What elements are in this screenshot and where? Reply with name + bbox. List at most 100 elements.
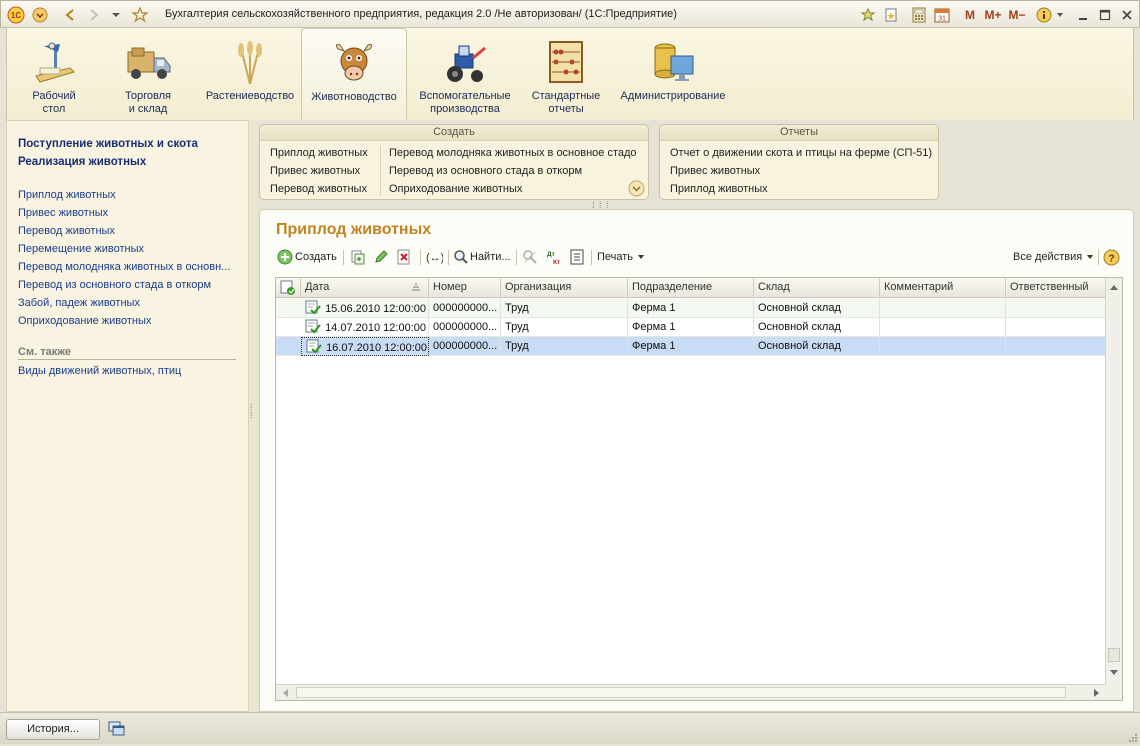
bookmark-icon[interactable] bbox=[882, 6, 900, 23]
edit-button[interactable] bbox=[373, 249, 389, 265]
documents-table[interactable]: Дата Номер Организация Подразделение Скл… bbox=[275, 277, 1123, 701]
back-icon[interactable] bbox=[61, 6, 79, 23]
section-trade[interactable]: Торговля и склад bbox=[107, 28, 189, 120]
structure-button[interactable]: (↔) bbox=[425, 249, 443, 265]
copy-icon bbox=[351, 250, 365, 265]
section-livestock[interactable]: Животноводство bbox=[301, 28, 407, 120]
add-favorite-icon[interactable] bbox=[859, 6, 877, 23]
create-link-transfer[interactable]: Перевод животных bbox=[270, 183, 367, 195]
create-link-offspring[interactable]: Приплод животных bbox=[270, 147, 368, 159]
table-row-selected[interactable]: 16.07.2010 12:00:00 000000000... Труд Фе… bbox=[276, 337, 1106, 356]
section-reports[interactable]: Стандартные отчеты bbox=[525, 28, 607, 120]
calculator-icon[interactable] bbox=[911, 6, 927, 23]
table-row[interactable]: 15.06.2010 12:00:00 000000000... Труд Фе… bbox=[276, 299, 1106, 318]
all-actions-button[interactable]: Все действия bbox=[1013, 249, 1095, 265]
create-link-weight-gain[interactable]: Привес животных bbox=[270, 165, 360, 177]
section-label: Животноводство bbox=[311, 91, 397, 103]
column-organization[interactable]: Организация bbox=[501, 278, 628, 298]
maximize-icon[interactable] bbox=[1097, 6, 1113, 23]
history-dropdown-icon[interactable] bbox=[109, 6, 123, 23]
find-button[interactable]: Найти... bbox=[453, 249, 511, 265]
main-menu-icon[interactable] bbox=[31, 6, 49, 23]
nav-link-animal-receipt[interactable]: Поступление животных и скота bbox=[18, 138, 198, 150]
create-link-young-transfer[interactable]: Перевод молодняка животных в основное ст… bbox=[389, 147, 637, 159]
vertical-scrollbar[interactable] bbox=[1105, 278, 1122, 700]
scroll-up-icon[interactable] bbox=[1106, 280, 1122, 296]
minimize-icon[interactable] bbox=[1075, 6, 1091, 23]
close-icon[interactable] bbox=[1119, 6, 1135, 23]
panel-splitter[interactable]: ⁞ ⁞ bbox=[249, 120, 257, 712]
create-link-fattening-transfer[interactable]: Перевод из основного стада в откорм bbox=[389, 165, 582, 177]
pencil-icon bbox=[375, 250, 388, 263]
cell-number: 000000000... bbox=[429, 318, 501, 337]
scroll-h-thumb[interactable] bbox=[296, 687, 1066, 698]
report-link-cattle-movement[interactable]: Отчет о движении скота и птицы на ферме … bbox=[670, 147, 932, 159]
nav-link-capitalization[interactable]: Оприходование животных bbox=[18, 315, 151, 327]
1c-logo-icon[interactable]: 1С bbox=[7, 6, 25, 23]
nav-link-weight-gain[interactable]: Привес животных bbox=[18, 207, 108, 219]
report-button[interactable] bbox=[569, 249, 585, 265]
cancel-search-button[interactable] bbox=[522, 249, 538, 265]
dt-kt-button[interactable]: Дт Кт bbox=[546, 249, 564, 265]
report-link-weight-gain[interactable]: Привес животных bbox=[670, 165, 760, 177]
nav-link-transfer[interactable]: Перевод животных bbox=[18, 225, 115, 237]
nav-link-movement[interactable]: Перемещение животных bbox=[18, 243, 144, 255]
create-link-capitalization[interactable]: Оприходование животных bbox=[389, 183, 522, 195]
forward-icon[interactable] bbox=[85, 6, 103, 23]
nav-link-offspring[interactable]: Приплод животных bbox=[18, 189, 116, 201]
cell-date-value: 15.06.2010 12:00:00 bbox=[325, 303, 426, 315]
report-link-offspring[interactable]: Приплод животных bbox=[670, 183, 768, 195]
cell-department: Ферма 1 bbox=[628, 299, 754, 318]
info-icon[interactable] bbox=[1035, 6, 1053, 23]
info-dropdown-icon[interactable] bbox=[1055, 6, 1065, 23]
toolbar-separator bbox=[516, 250, 517, 265]
toolbar-separator bbox=[448, 250, 449, 265]
help-button[interactable]: ? bbox=[1103, 249, 1120, 265]
cell-comment bbox=[880, 299, 1006, 318]
delete-button[interactable] bbox=[396, 249, 412, 265]
calendar-icon[interactable]: 31 bbox=[933, 6, 951, 23]
column-icon-header[interactable] bbox=[276, 278, 301, 298]
column-comment[interactable]: Комментарий bbox=[880, 278, 1006, 298]
nav-link-animal-sales[interactable]: Реализация животных bbox=[18, 156, 146, 168]
memory-m-button[interactable]: M bbox=[963, 6, 977, 23]
cell-date-value: 16.07.2010 12:00:00 bbox=[326, 342, 427, 354]
nav-link-fattening-transfer[interactable]: Перевод из основного стада в откорм bbox=[18, 279, 211, 291]
wheat-icon bbox=[226, 38, 274, 86]
column-date[interactable]: Дата bbox=[301, 278, 429, 298]
toolbar-separator bbox=[420, 250, 421, 265]
history-button[interactable]: История... bbox=[6, 719, 100, 740]
nav-link-slaughter[interactable]: Забой, падеж животных bbox=[18, 297, 140, 309]
cell-warehouse: Основной склад bbox=[754, 299, 880, 318]
horizontal-scrollbar[interactable] bbox=[276, 684, 1106, 700]
column-department[interactable]: Подразделение bbox=[628, 278, 754, 298]
posted-document-icon bbox=[305, 319, 321, 334]
create-button[interactable]: Создать bbox=[277, 249, 337, 265]
windows-list-icon[interactable] bbox=[107, 719, 127, 739]
nav-link-young-transfer[interactable]: Перевод молодняка животных в основн... bbox=[18, 261, 230, 273]
resize-grip-icon[interactable] bbox=[1126, 731, 1138, 743]
table-row[interactable]: 14.07.2010 12:00:00 000000000... Труд Фе… bbox=[276, 318, 1106, 337]
scroll-right-icon[interactable] bbox=[1088, 685, 1104, 701]
scroll-left-icon[interactable] bbox=[278, 685, 294, 701]
nav-link-movement-types[interactable]: Виды движений животных, птиц bbox=[18, 365, 181, 377]
all-actions-label: Все действия bbox=[1013, 251, 1083, 263]
create-actions-panel: Создать Приплод животных Привес животных… bbox=[259, 124, 649, 200]
scroll-down-icon[interactable] bbox=[1106, 664, 1122, 680]
memory-plus-button[interactable]: M+ bbox=[983, 6, 1003, 23]
copy-button[interactable] bbox=[350, 249, 366, 265]
print-button[interactable]: Печать bbox=[597, 249, 646, 265]
column-number[interactable]: Номер bbox=[429, 278, 501, 298]
section-administration[interactable]: Администрирование bbox=[615, 28, 731, 120]
column-warehouse[interactable]: Склад bbox=[754, 278, 880, 298]
scroll-thumb[interactable] bbox=[1108, 648, 1120, 662]
section-desktop[interactable]: Рабочий стол bbox=[15, 28, 93, 120]
create-panel-title: Создать bbox=[260, 125, 648, 141]
favorites-star-icon[interactable] bbox=[131, 6, 149, 23]
column-responsible[interactable]: Ответственный bbox=[1006, 278, 1106, 298]
section-crops[interactable]: Растениеводство bbox=[202, 28, 298, 120]
section-auxiliary[interactable]: Вспомогательные производства bbox=[411, 28, 519, 120]
truck-icon bbox=[124, 38, 172, 86]
expand-down-icon[interactable] bbox=[628, 180, 645, 197]
memory-minus-button[interactable]: M− bbox=[1007, 6, 1027, 23]
